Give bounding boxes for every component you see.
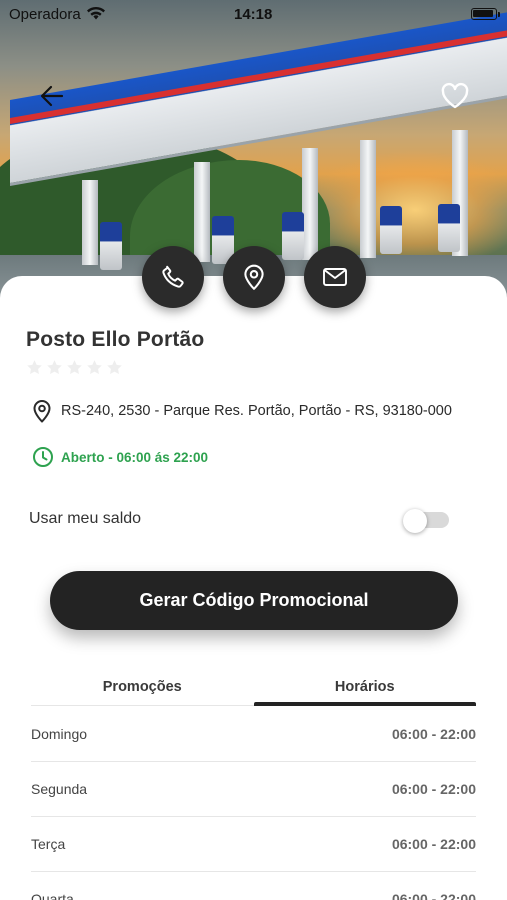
station-name: Posto Ello Portão	[26, 328, 205, 351]
fuel-pump	[100, 222, 122, 270]
wifi-icon	[86, 5, 106, 25]
schedule-time: 06:00 - 22:00	[391, 726, 476, 742]
schedule-day: Terça	[31, 836, 66, 852]
battery-icon	[471, 8, 497, 20]
tab-horarios[interactable]: Horários	[253, 668, 477, 706]
canopy-pillar	[82, 180, 98, 265]
status-bar: Operadora 14:18	[0, 0, 507, 28]
schedule-row: Quarta 06:00 - 22:00	[31, 872, 476, 900]
status-time: 14:18	[234, 6, 273, 23]
schedule-list: Domingo 06:00 - 22:00 Segunda 06:00 - 22…	[31, 707, 476, 900]
schedule-day: Segunda	[31, 781, 88, 797]
directions-button[interactable]	[223, 246, 285, 308]
tab-promocoes[interactable]: Promoções	[31, 668, 254, 705]
heart-icon	[441, 82, 469, 109]
fuel-pump	[438, 204, 460, 252]
back-button[interactable]	[36, 82, 68, 110]
generate-promo-code-button[interactable]: Gerar Código Promocional	[50, 571, 458, 630]
arrow-left-icon	[40, 85, 64, 107]
favorite-button[interactable]	[438, 80, 472, 112]
address-row: RS-240, 2530 - Parque Res. Portão, Portã…	[32, 399, 452, 423]
mail-icon	[323, 268, 347, 286]
use-balance-toggle[interactable]	[403, 509, 449, 533]
star-icon	[87, 360, 102, 374]
schedule-time: 06:00 - 22:00	[391, 891, 476, 900]
canopy-pillar	[360, 140, 376, 258]
tab-bar: Promoções Horários	[31, 668, 476, 706]
fuel-pump	[380, 206, 402, 254]
star-icon	[27, 360, 42, 374]
schedule-time: 06:00 - 22:00	[391, 836, 476, 852]
call-button[interactable]	[142, 246, 204, 308]
map-pin-icon	[33, 400, 51, 423]
battery-tip	[498, 12, 500, 17]
map-pin-icon	[244, 264, 264, 290]
email-button[interactable]	[304, 246, 366, 308]
star-icon	[107, 360, 122, 374]
star-icon	[67, 360, 82, 374]
schedule-time: 06:00 - 22:00	[391, 781, 476, 797]
schedule-day: Domingo	[31, 726, 88, 742]
star-icon	[47, 360, 62, 374]
use-balance-label: Usar meu saldo	[29, 510, 142, 527]
opening-hours-status: Aberto - 06:00 ás 22:00	[61, 449, 209, 465]
station-address: RS-240, 2530 - Parque Res. Portão, Portã…	[61, 403, 452, 419]
toggle-knob	[403, 509, 427, 533]
schedule-row: Terça 06:00 - 22:00	[31, 817, 476, 872]
schedule-day: Quarta	[31, 891, 74, 900]
carrier-name: Operadora	[9, 6, 81, 23]
schedule-row: Segunda 06:00 - 22:00	[31, 762, 476, 817]
canopy-pillar	[302, 148, 318, 260]
schedule-row: Domingo 06:00 - 22:00	[31, 707, 476, 762]
hours-row: Aberto - 06:00 ás 22:00	[32, 446, 208, 468]
clock-icon	[33, 447, 53, 467]
canopy-pillar	[194, 162, 210, 262]
rating-stars	[26, 359, 123, 376]
fuel-pump	[282, 212, 304, 260]
phone-icon	[162, 265, 184, 288]
